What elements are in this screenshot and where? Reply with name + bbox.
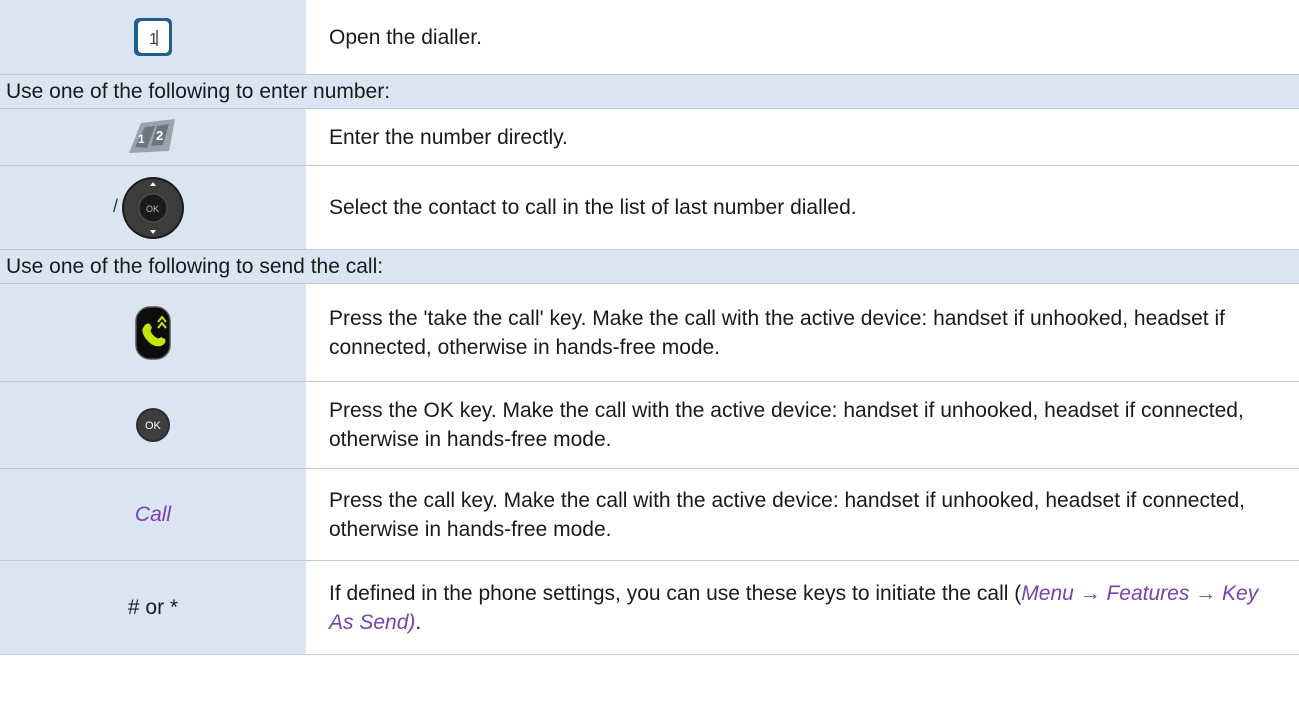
table-row-enter-number: 1 2 Enter the number directly. <box>0 109 1299 166</box>
svg-text:1: 1 <box>138 132 145 146</box>
row-text: If defined in the phone settings, you ca… <box>307 561 1299 654</box>
table-row-key-as-send: # or * If defined in the phone settings,… <box>0 561 1299 655</box>
call-softkey-label: Call <box>134 502 172 526</box>
icon-cell: 1 2 <box>0 109 307 165</box>
table-row-select-contact: / OK Select the contact to call in the l… <box>0 166 1299 250</box>
row-text-end: . <box>415 610 422 634</box>
section-header-enter-number: Use one of the following to enter number… <box>0 75 1299 109</box>
svg-text:OK: OK <box>146 204 159 214</box>
icon-cell <box>0 284 307 381</box>
svg-text:2: 2 <box>156 128 163 143</box>
row-text-main: If defined in the phone settings, you ca… <box>329 581 1022 605</box>
take-call-key-icon <box>135 305 171 360</box>
keypad-icon: 1 2 <box>129 119 175 153</box>
hash-star-keys-label: # or * <box>127 595 179 619</box>
row-text: Open the dialler. <box>329 25 482 49</box>
ok-key-label: OK <box>145 420 162 432</box>
table-row-ok-key: OK Press the OK key. Make the call with … <box>0 382 1299 469</box>
table-row-take-call-key: Press the 'take the call' key. Make the … <box>0 284 1299 382</box>
icon-cell: # or * <box>0 561 307 654</box>
row-text: Press the call key. Make the call with t… <box>329 488 1245 541</box>
icon-cell: OK <box>0 382 307 468</box>
icon-cell: Call <box>0 469 307 560</box>
section-header-send-call: Use one of the following to send the cal… <box>0 250 1299 284</box>
row-text: Press the OK key. Make the call with the… <box>329 399 1244 451</box>
row-text: Select the contact to call in the list o… <box>329 196 857 219</box>
table-row-call-key: Call Press the call key. Make the call w… <box>0 469 1299 561</box>
instruction-table: 1 Open the dialler. Use one of the follo… <box>0 0 1299 718</box>
dialler-icon: 1 <box>134 18 172 56</box>
table-row-open-dialler: 1 Open the dialler. <box>0 0 1299 75</box>
ok-key-icon: OK <box>136 408 170 442</box>
icon-cell: 1 <box>0 0 307 74</box>
row-text: Enter the number directly. <box>329 125 568 149</box>
navigator-icon: OK <box>122 176 184 239</box>
slash-separator: / <box>113 196 119 216</box>
row-text: Press the 'take the call' key. Make the … <box>329 306 1225 359</box>
icon-cell: / OK <box>0 166 307 249</box>
